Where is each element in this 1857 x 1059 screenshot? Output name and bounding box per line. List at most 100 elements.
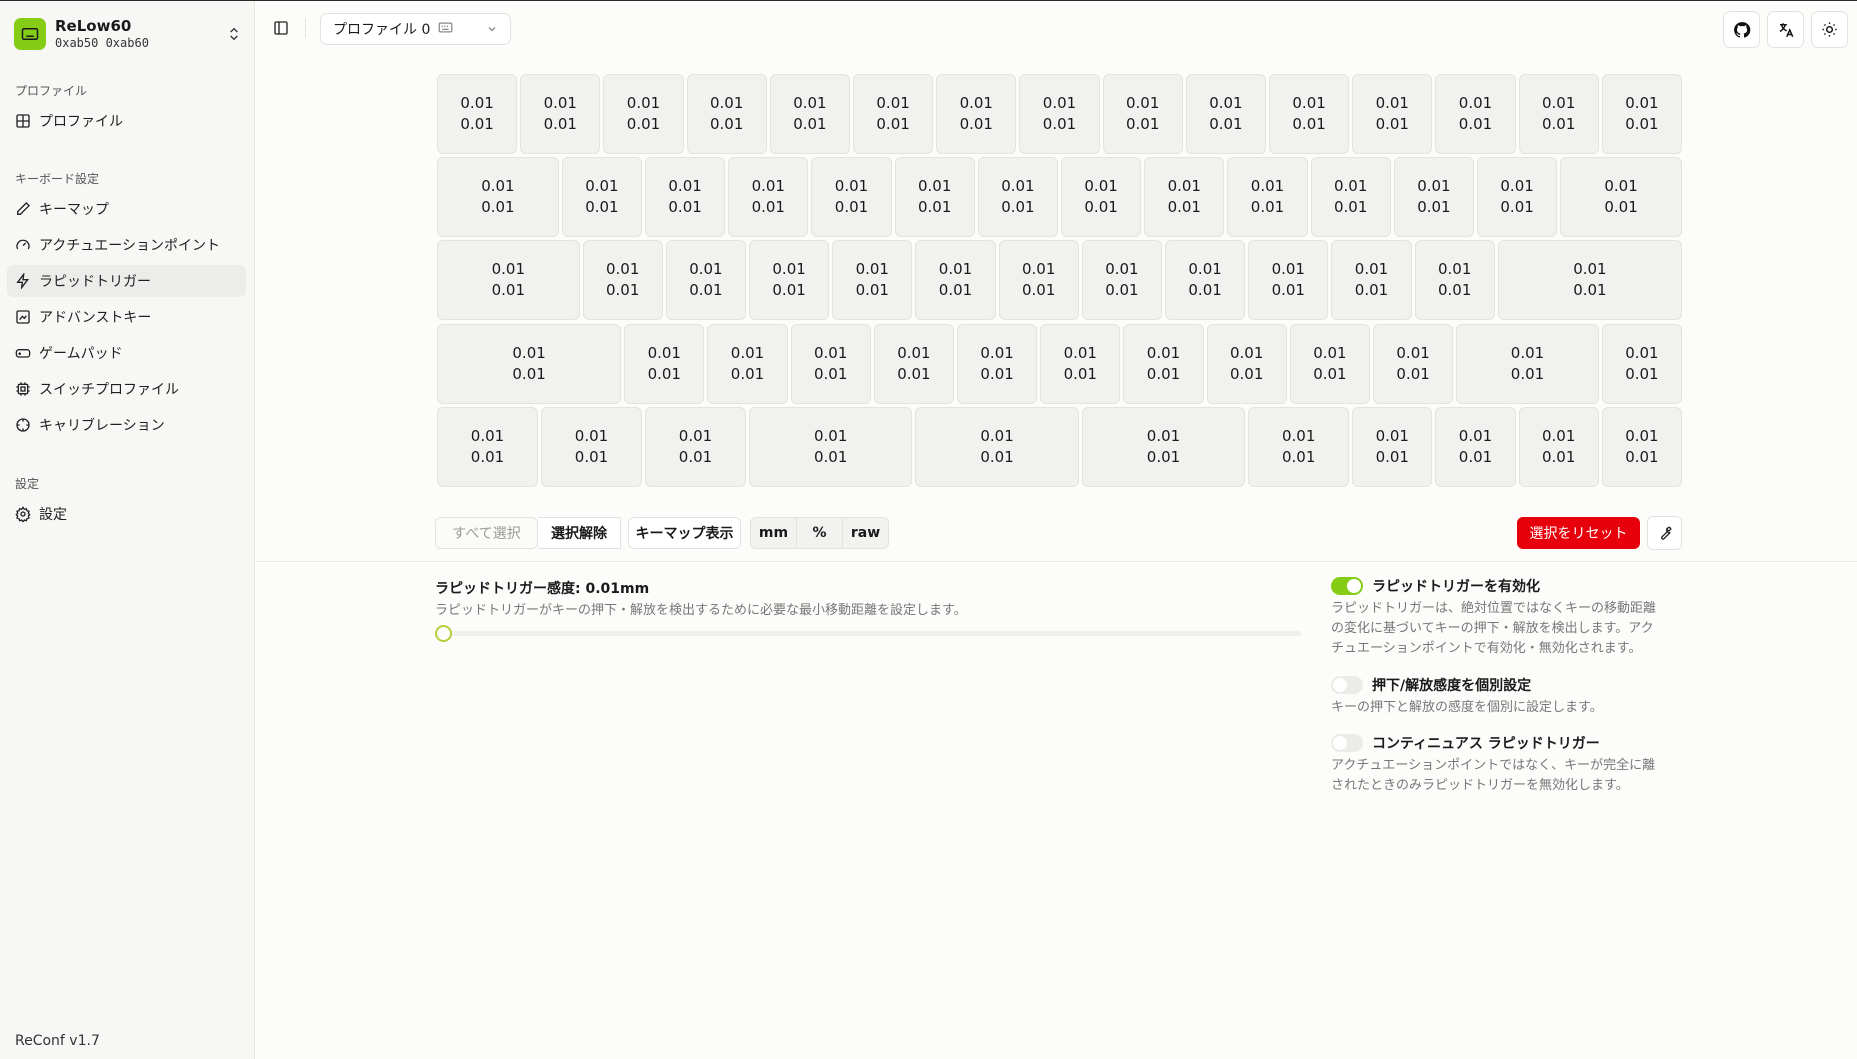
key-r0-c13[interactable]: 0.01 0.01: [1518, 74, 1599, 154]
key-r0-c8[interactable]: 0.01 0.01: [1102, 74, 1183, 154]
continuous-rapid-trigger-toggle[interactable]: [1331, 734, 1363, 752]
deselect-button[interactable]: 選択解除: [538, 517, 621, 549]
key-release-value: 0.01: [1084, 198, 1118, 217]
sidebar-item-actuation[interactable]: アクチュエーションポイント: [7, 229, 246, 261]
key-r3-c7[interactable]: 0.01 0.01: [1123, 323, 1204, 404]
sensitivity-slider-track[interactable]: [443, 631, 1301, 636]
sidebar-item-rapid-trigger[interactable]: ラピッドトリガー: [7, 265, 246, 297]
chevrons-up-down-icon[interactable]: [226, 25, 242, 43]
key-r2-c7[interactable]: 0.01 0.01: [1081, 240, 1162, 321]
key-r1-c8[interactable]: 0.01 0.01: [1144, 157, 1225, 238]
key-r1-c10[interactable]: 0.01 0.01: [1310, 157, 1391, 238]
sidebar-item-switch-profile[interactable]: スイッチプロファイル: [7, 373, 246, 405]
show-keymap-button[interactable]: キーマップ表示: [628, 517, 741, 549]
key-r0-c12[interactable]: 0.01 0.01: [1435, 74, 1516, 154]
key-r1-c6[interactable]: 0.01 0.01: [977, 157, 1058, 238]
sidebar-item-keymap[interactable]: キーマップ: [7, 193, 246, 225]
key-r0-c9[interactable]: 0.01 0.01: [1185, 74, 1266, 154]
key-r3-c6[interactable]: 0.01 0.01: [1040, 323, 1121, 404]
key-r1-c4[interactable]: 0.01 0.01: [811, 157, 892, 238]
select-all-button[interactable]: すべて選択: [435, 517, 538, 549]
key-r2-c3[interactable]: 0.01 0.01: [749, 240, 830, 321]
theme-toggle-button[interactable]: [1811, 11, 1848, 48]
key-r0-c4[interactable]: 0.01 0.01: [769, 74, 850, 154]
sidebar-item-settings[interactable]: 設定: [7, 498, 246, 530]
key-r2-c12[interactable]: 0.01 0.01: [1497, 240, 1682, 321]
sidebar-item-calibration[interactable]: キャリブレーション: [7, 409, 246, 441]
key-r0-c10[interactable]: 0.01 0.01: [1269, 74, 1350, 154]
key-r1-c3[interactable]: 0.01 0.01: [728, 157, 809, 238]
sidebar-item-label: プロファイル: [39, 114, 123, 130]
tools-button[interactable]: [1647, 516, 1682, 550]
key-r0-c6[interactable]: 0.01 0.01: [936, 74, 1017, 154]
key-r4-c2[interactable]: 0.01 0.01: [645, 406, 746, 487]
key-r1-c9[interactable]: 0.01 0.01: [1227, 157, 1308, 238]
key-r3-c3[interactable]: 0.01 0.01: [790, 323, 871, 404]
key-r2-c10[interactable]: 0.01 0.01: [1331, 240, 1412, 321]
sensitivity-slider-thumb[interactable]: [435, 625, 452, 642]
key-r3-c5[interactable]: 0.01 0.01: [957, 323, 1038, 404]
sidebar-item-profile[interactable]: プロファイル: [7, 105, 246, 137]
github-button[interactable]: [1723, 11, 1760, 48]
key-r1-c1[interactable]: 0.01 0.01: [561, 157, 642, 238]
key-r3-c1[interactable]: 0.01 0.01: [624, 323, 705, 404]
key-r2-c11[interactable]: 0.01 0.01: [1414, 240, 1495, 321]
unit-mm-button[interactable]: mm: [751, 518, 797, 548]
key-r1-c2[interactable]: 0.01 0.01: [645, 157, 726, 238]
key-r3-c0[interactable]: 0.01 0.01: [437, 323, 622, 404]
key-r1-c0[interactable]: 0.01 0.01: [437, 157, 559, 238]
key-r4-c8[interactable]: 0.01 0.01: [1435, 406, 1516, 487]
key-r4-c5[interactable]: 0.01 0.01: [1081, 406, 1246, 487]
key-r3-c10[interactable]: 0.01 0.01: [1373, 323, 1454, 404]
key-r3-c12[interactable]: 0.01 0.01: [1601, 323, 1682, 404]
key-r2-c6[interactable]: 0.01 0.01: [998, 240, 1079, 321]
unit-percent-button[interactable]: %: [797, 518, 843, 548]
key-r0-c0[interactable]: 0.01 0.01: [437, 74, 518, 154]
key-press-value: 0.01: [647, 343, 681, 362]
key-r2-c1[interactable]: 0.01 0.01: [582, 240, 663, 321]
key-r4-c10[interactable]: 0.01 0.01: [1601, 406, 1682, 487]
sidebar-item-gamepad[interactable]: ゲームパッド: [7, 337, 246, 369]
key-r4-c9[interactable]: 0.01 0.01: [1518, 406, 1599, 487]
key-r0-c2[interactable]: 0.01 0.01: [603, 74, 684, 154]
key-r2-c4[interactable]: 0.01 0.01: [832, 240, 913, 321]
rapid-trigger-enable-toggle[interactable]: [1331, 577, 1363, 595]
key-r3-c4[interactable]: 0.01 0.01: [873, 323, 954, 404]
key-r4-c1[interactable]: 0.01 0.01: [541, 406, 642, 487]
reset-selection-button[interactable]: 選択をリセット: [1517, 517, 1640, 549]
key-r4-c0[interactable]: 0.01 0.01: [437, 406, 538, 487]
key-r0-c7[interactable]: 0.01 0.01: [1019, 74, 1100, 154]
key-press-value: 0.01: [1105, 260, 1139, 279]
key-r4-c4[interactable]: 0.01 0.01: [915, 406, 1079, 487]
unit-raw-button[interactable]: raw: [843, 518, 888, 548]
key-press-value: 0.01: [491, 260, 525, 279]
key-r1-c5[interactable]: 0.01 0.01: [894, 157, 975, 238]
key-r2-c2[interactable]: 0.01 0.01: [665, 240, 746, 321]
key-r4-c3[interactable]: 0.01 0.01: [749, 406, 913, 487]
key-r2-c0[interactable]: 0.01 0.01: [437, 240, 580, 321]
key-r3-c9[interactable]: 0.01 0.01: [1289, 323, 1370, 404]
key-r0-c3[interactable]: 0.01 0.01: [686, 74, 767, 154]
key-r0-c1[interactable]: 0.01 0.01: [520, 74, 601, 154]
key-r1-c11[interactable]: 0.01 0.01: [1393, 157, 1474, 238]
key-r1-c13[interactable]: 0.01 0.01: [1560, 157, 1682, 238]
separate-sensitivity-toggle[interactable]: [1331, 676, 1363, 694]
key-r4-c7[interactable]: 0.01 0.01: [1352, 406, 1433, 487]
key-r0-c11[interactable]: 0.01 0.01: [1352, 74, 1433, 154]
sidebar-item-advanced-keys[interactable]: アドバンストキー: [7, 301, 246, 333]
key-r1-c7[interactable]: 0.01 0.01: [1061, 157, 1142, 238]
key-r0-c14[interactable]: 0.01 0.01: [1601, 74, 1682, 154]
key-r4-c6[interactable]: 0.01 0.01: [1248, 406, 1350, 487]
key-r2-c8[interactable]: 0.01 0.01: [1165, 240, 1246, 321]
sidebar-toggle-button[interactable]: [270, 17, 292, 39]
key-r3-c11[interactable]: 0.01 0.01: [1456, 323, 1599, 404]
language-button[interactable]: [1767, 11, 1804, 48]
key-r0-c5[interactable]: 0.01 0.01: [853, 74, 934, 154]
key-r3-c2[interactable]: 0.01 0.01: [707, 323, 788, 404]
key-r1-c12[interactable]: 0.01 0.01: [1477, 157, 1558, 238]
key-r2-c5[interactable]: 0.01 0.01: [915, 240, 996, 321]
device-switcher[interactable]: ReLow60 0xab50 0xab60: [14, 15, 242, 53]
key-r3-c8[interactable]: 0.01 0.01: [1206, 323, 1287, 404]
key-r2-c9[interactable]: 0.01 0.01: [1248, 240, 1329, 321]
profile-select[interactable]: プロファイル 0: [320, 13, 511, 45]
